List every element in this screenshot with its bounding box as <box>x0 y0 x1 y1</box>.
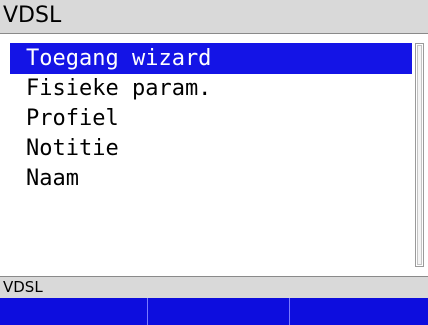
screen: VDSL Toegang wizard Fisieke param. Profi… <box>0 0 428 325</box>
menu-item-label: Fisieke param. <box>26 76 212 101</box>
scrollbar[interactable] <box>415 43 424 267</box>
softkey-2[interactable] <box>148 298 290 325</box>
menu-item-fisieke-param[interactable]: Fisieke param. <box>10 74 412 104</box>
page-title: VDSL <box>3 3 62 28</box>
softkey-1[interactable] <box>0 298 148 325</box>
menu-item-naam[interactable]: Naam <box>10 164 412 194</box>
menu-item-label: Profiel <box>26 106 119 131</box>
menu-list: Toegang wizard Fisieke param. Profiel No… <box>10 43 412 194</box>
title-bar: VDSL <box>0 0 428 34</box>
status-text: VDSL <box>3 278 43 296</box>
menu-item-toegang-wizard[interactable]: Toegang wizard <box>10 43 412 74</box>
softkey-3[interactable] <box>290 298 428 325</box>
softkey-bar <box>0 298 428 325</box>
menu-item-notitie[interactable]: Notitie <box>10 134 412 164</box>
menu-item-label: Toegang wizard <box>26 46 212 71</box>
scroll-thumb[interactable] <box>417 45 422 265</box>
menu-item-label: Notitie <box>26 136 119 161</box>
menu-area: Toegang wizard Fisieke param. Profiel No… <box>0 34 428 276</box>
status-bar: VDSL <box>0 276 428 298</box>
menu-item-label: Naam <box>26 166 79 191</box>
menu-item-profiel[interactable]: Profiel <box>10 104 412 134</box>
